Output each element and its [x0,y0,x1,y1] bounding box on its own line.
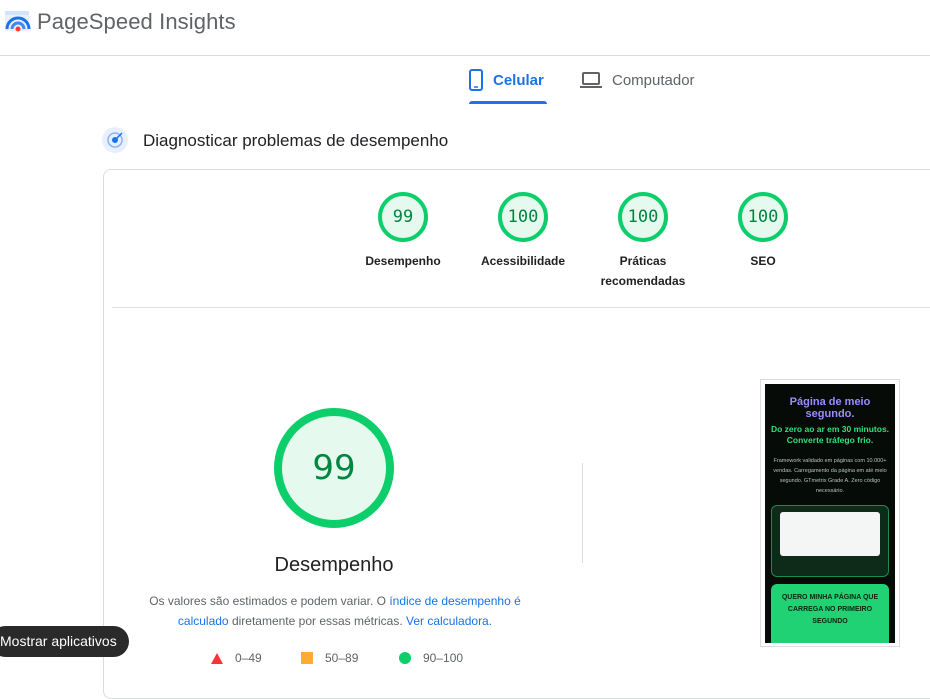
legend-range: 0–49 [235,651,262,665]
thumbnail-headline: Página de meio segundo. [789,396,871,420]
vertical-divider [582,463,583,563]
score-description: Os valores são estimados e podem variar.… [140,591,530,631]
show-apps-tooltip: Mostrar aplicativos [0,626,129,657]
main-score-gauge: 99 [274,408,394,528]
thumbnail-body: Framework validado em páginas com 10.000… [773,458,887,494]
desc-text: Os valores são estimados e podem variar.… [149,594,390,608]
score-value: 100 [627,207,659,227]
smartphone-icon [469,69,483,91]
section-title: Diagnosticar problemas de desempenho [143,131,449,150]
legend-fail: 0–49 [211,651,262,665]
thumbnail-subheadline: Do zero ao ar em 30 minutos. Converte tr… [770,424,890,445]
score-value: 100 [507,207,539,227]
legend-range: 50–89 [325,651,359,665]
diagnostics-icon [102,127,128,153]
desc-text: diretamente por essas métricas. [228,614,407,628]
divider [112,307,930,308]
thumbnail-table-image [780,512,880,556]
score-value: 99 [392,207,414,227]
label-line: recomendadas [600,274,686,288]
app-title[interactable]: PageSpeed Insights [37,9,236,35]
score-label-best-practices: Práticas recomendadas [583,251,703,291]
tab-desktop[interactable]: Computador [580,56,705,104]
legend-average: 50–89 [301,651,358,665]
square-icon [301,652,313,664]
calculator-link[interactable]: Ver calculadora. [406,614,492,628]
main-score-value: 99 [312,448,356,488]
score-label-seo: SEO [750,254,776,268]
app-header: PageSpeed Insights [0,0,930,56]
pagespeed-logo-icon[interactable] [4,8,32,36]
active-tab-indicator [469,101,547,104]
legend-range: 90–100 [423,651,464,665]
thumbnail-image-box [771,505,889,577]
score-gauge-best-practices[interactable]: 100 [618,192,668,242]
score-label-performance: Desempenho [365,254,441,268]
main-score-label: Desempenho [274,554,394,576]
score-label-accessibility: Acessibilidade [480,254,566,268]
label-line: Práticas [619,254,667,268]
circle-icon [399,652,411,664]
score-gauge-seo[interactable]: 100 [738,192,788,242]
page-screenshot-thumbnail[interactable]: Página de meio segundo. Do zero ao ar em… [760,379,900,647]
score-value: 100 [747,207,779,227]
thumbnail-cta-button: QUERO MINHA PÁGINA QUE CARREGA NO PRIMEI… [771,584,889,643]
tab-mobile-label: Celular [493,71,544,89]
laptop-icon [580,72,602,88]
tab-desktop-label: Computador [612,71,695,89]
thumbnail-content: Página de meio segundo. Do zero ao ar em… [765,384,895,643]
score-gauge-performance[interactable]: 99 [378,192,428,242]
tab-mobile[interactable]: Celular [469,56,547,104]
triangle-icon [211,652,223,664]
legend-pass: 90–100 [399,651,463,665]
score-gauge-accessibility[interactable]: 100 [498,192,548,242]
